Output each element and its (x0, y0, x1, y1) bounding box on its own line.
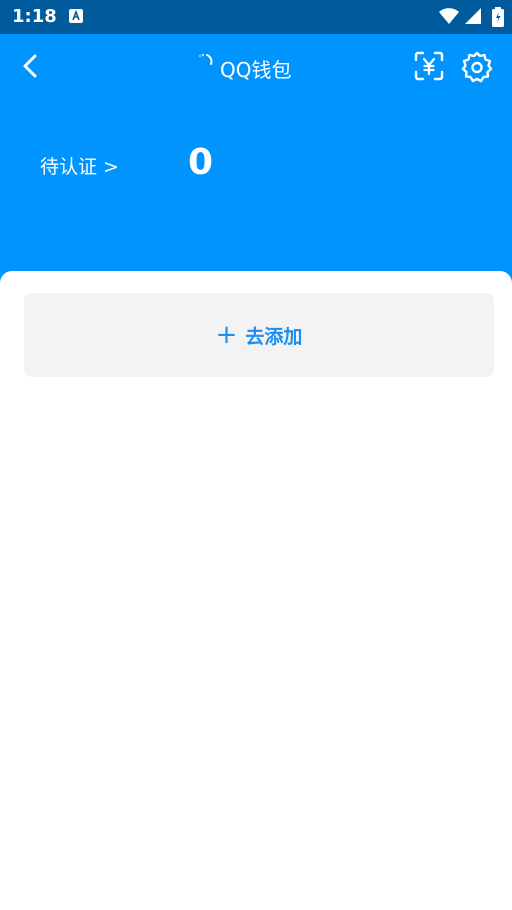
notification-icon (69, 9, 83, 23)
status-time: 1:18 (12, 6, 57, 27)
pending-verification-link[interactable]: 待认证 > (40, 152, 119, 179)
pending-count: 0 (188, 142, 214, 183)
add-button-label: 去添加 (245, 325, 303, 348)
add-button[interactable]: + 去添加 (24, 293, 494, 377)
page-title: QQ钱包 (220, 58, 292, 82)
wifi-icon (439, 8, 459, 24)
status-bar: 1:18 (0, 0, 512, 34)
yuan-scan-icon[interactable] (414, 51, 444, 81)
gear-icon[interactable] (460, 50, 494, 84)
loading-spinner-icon (198, 53, 213, 65)
battery-icon (492, 7, 504, 27)
plus-icon: + (215, 320, 238, 350)
back-arrow-icon[interactable] (16, 50, 44, 82)
signal-icon (465, 8, 481, 24)
